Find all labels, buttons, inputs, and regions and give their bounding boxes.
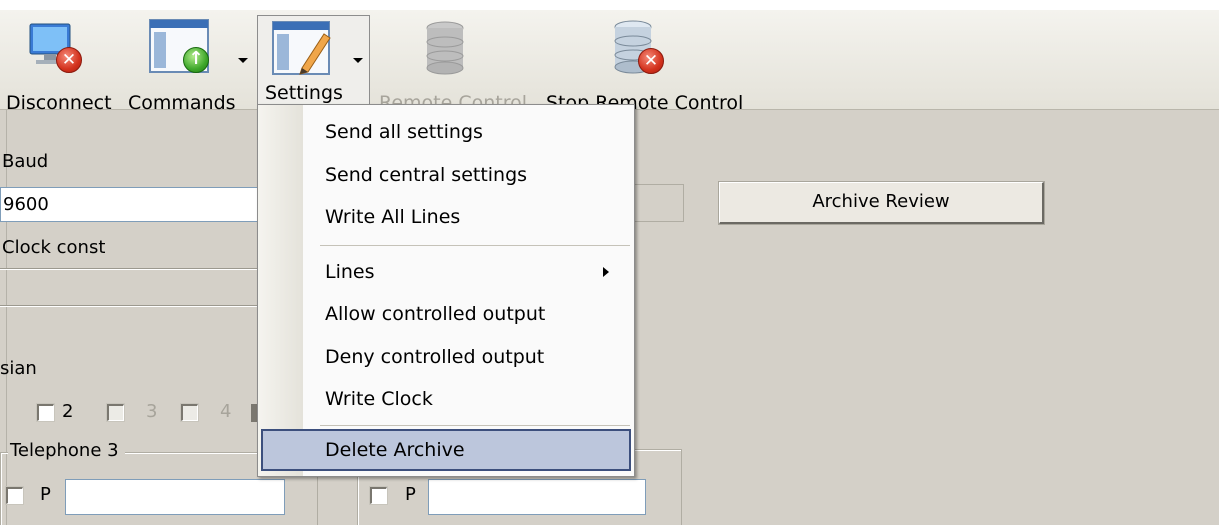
disabled-field[interactable]: [632, 184, 684, 222]
settings-dropdown-arrow-icon[interactable]: [353, 58, 363, 63]
menu-item-deny-controlled-output[interactable]: Deny controlled output: [325, 346, 544, 368]
settings-button[interactable]: Settings: [257, 15, 370, 110]
menu-item-send-all-settings[interactable]: Send all settings: [325, 121, 483, 143]
line-4-label: 4: [220, 401, 232, 422]
telephone-3-label: Telephone 3: [8, 440, 125, 461]
clock-const-label: Clock const: [2, 237, 106, 258]
divider: [0, 305, 260, 307]
telephone-4-p-checkbox[interactable]: [370, 487, 387, 504]
window-upload-icon: ↑: [149, 18, 211, 78]
menu-gutter: [258, 105, 303, 476]
settings-menu: Send all settings Send central settings …: [257, 104, 635, 477]
menu-separator: [320, 245, 630, 246]
line-2-checkbox[interactable]: [37, 404, 54, 421]
database-remote-icon: [424, 20, 466, 80]
telephone-3-input[interactable]: [65, 479, 285, 515]
telephone-4-input[interactable]: [428, 479, 646, 515]
delete-archive-label: Delete Archive: [325, 439, 465, 461]
menu-item-write-all-lines[interactable]: Write All Lines: [325, 206, 460, 228]
telephone-3-p-label: P: [40, 484, 51, 505]
window-top-edge: [0, 0, 1219, 10]
divider: [0, 268, 260, 270]
toolbar: ✕ Disconnect ↑ Commands Settings Remote …: [0, 10, 1219, 114]
commands-dropdown-arrow-icon[interactable]: [238, 58, 248, 63]
settings-label: Settings: [265, 82, 343, 104]
line-3-checkbox[interactable]: [107, 404, 124, 421]
telephone-3-p-checkbox[interactable]: [6, 487, 23, 504]
menu-item-delete-archive[interactable]: Delete Archive: [261, 429, 631, 471]
disconnect-button[interactable]: ✕ Disconnect: [0, 10, 118, 114]
menu-separator: [320, 425, 630, 426]
baud-value: 9600: [3, 194, 49, 215]
baud-label: Baud: [2, 151, 49, 172]
menu-item-lines[interactable]: Lines: [325, 261, 375, 283]
stop-remote-control-button[interactable]: ✕ Stop Remote Control: [540, 10, 745, 114]
telephone-4-p-label: P: [405, 484, 416, 505]
menu-item-write-clock[interactable]: Write Clock: [325, 388, 433, 410]
commands-button[interactable]: ↑ Commands: [124, 10, 254, 114]
sian-label: sian: [0, 358, 37, 379]
menu-item-allow-controlled-output[interactable]: Allow controlled output: [325, 303, 545, 325]
monitor-disconnect-icon: ✕: [28, 20, 88, 75]
window-edit-icon: [272, 20, 334, 80]
remote-control-button[interactable]: Remote Control: [376, 10, 528, 114]
menu-item-send-central-settings[interactable]: Send central settings: [325, 164, 527, 186]
baud-input[interactable]: 9600: [0, 187, 262, 222]
database-stop-icon: ✕: [612, 18, 672, 78]
archive-review-button[interactable]: Archive Review: [719, 182, 1044, 224]
line-3-label: 3: [146, 401, 158, 422]
submenu-arrow-icon: [603, 267, 609, 277]
line-4-checkbox[interactable]: [181, 404, 198, 421]
line-2-label: 2: [62, 401, 74, 422]
